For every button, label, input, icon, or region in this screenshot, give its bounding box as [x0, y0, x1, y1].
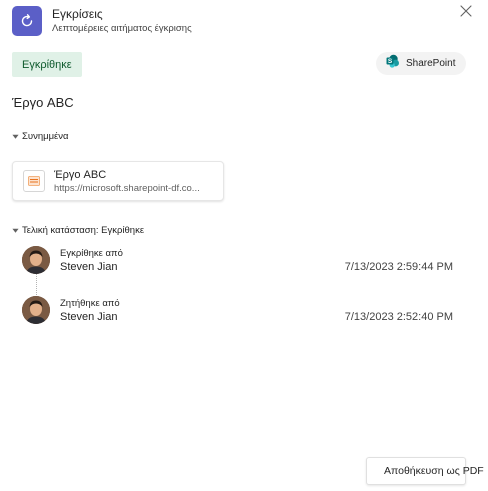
timeline-role: Ζητήθηκε από [60, 298, 120, 309]
status-badge: Εγκρίθηκε [12, 52, 82, 77]
sharepoint-label: SharePoint [406, 58, 456, 69]
avatar [22, 246, 50, 274]
close-icon[interactable] [458, 3, 474, 19]
final-status-section-toggle[interactable]: Τελική κατάσταση: Εγκρίθηκε [12, 225, 144, 236]
timeline-name: Steven Jian [60, 261, 118, 273]
avatar [22, 296, 50, 324]
timeline-role: Εγκρίθηκε από [60, 248, 123, 259]
sharepoint-button[interactable]: S SharePoint [376, 52, 466, 75]
timeline-connector [36, 273, 37, 297]
attachments-section-label: Συνημμένα [22, 131, 69, 142]
attachment-card[interactable]: Έργο ABC https://microsoft.sharepoint-df… [12, 161, 224, 201]
timeline-date: 7/13/2023 2:59:44 PM [344, 261, 453, 273]
app-subtitle: Λεπτομέρειες αιτήματος έγκρισης [52, 23, 192, 34]
attachment-url: https://microsoft.sharepoint-df.co... [54, 182, 200, 194]
app-title: Εγκρίσεις [52, 7, 103, 21]
timeline-name: Steven Jian [60, 311, 118, 323]
timeline-item-requested: Ζητήθηκε από Steven Jian 7/13/2023 2:52:… [22, 296, 462, 326]
approvals-refresh-icon [12, 6, 42, 36]
caret-down-icon [12, 134, 19, 139]
caret-down-icon [12, 228, 19, 233]
timeline-date: 7/13/2023 2:52:40 PM [344, 311, 453, 323]
attachments-section-toggle[interactable]: Συνημμένα [12, 131, 69, 142]
sharepoint-icon: S [386, 54, 400, 73]
request-title: Έργο ABC [12, 95, 74, 110]
final-status-label: Τελική κατάσταση: Εγκρίθηκε [22, 225, 145, 236]
save-as-pdf-button[interactable]: Αποθήκευση ως PDF [366, 457, 484, 485]
timeline-item-approved: Εγκρίθηκε από Steven Jian 7/13/2023 2:59… [22, 246, 462, 276]
svg-text:S: S [388, 58, 393, 65]
app-header: Εγκρίσεις Λεπτομέρειες αιτήματος έγκριση… [12, 6, 192, 36]
attachment-name: Έργο ABC [54, 168, 107, 181]
file-icon [23, 170, 45, 192]
